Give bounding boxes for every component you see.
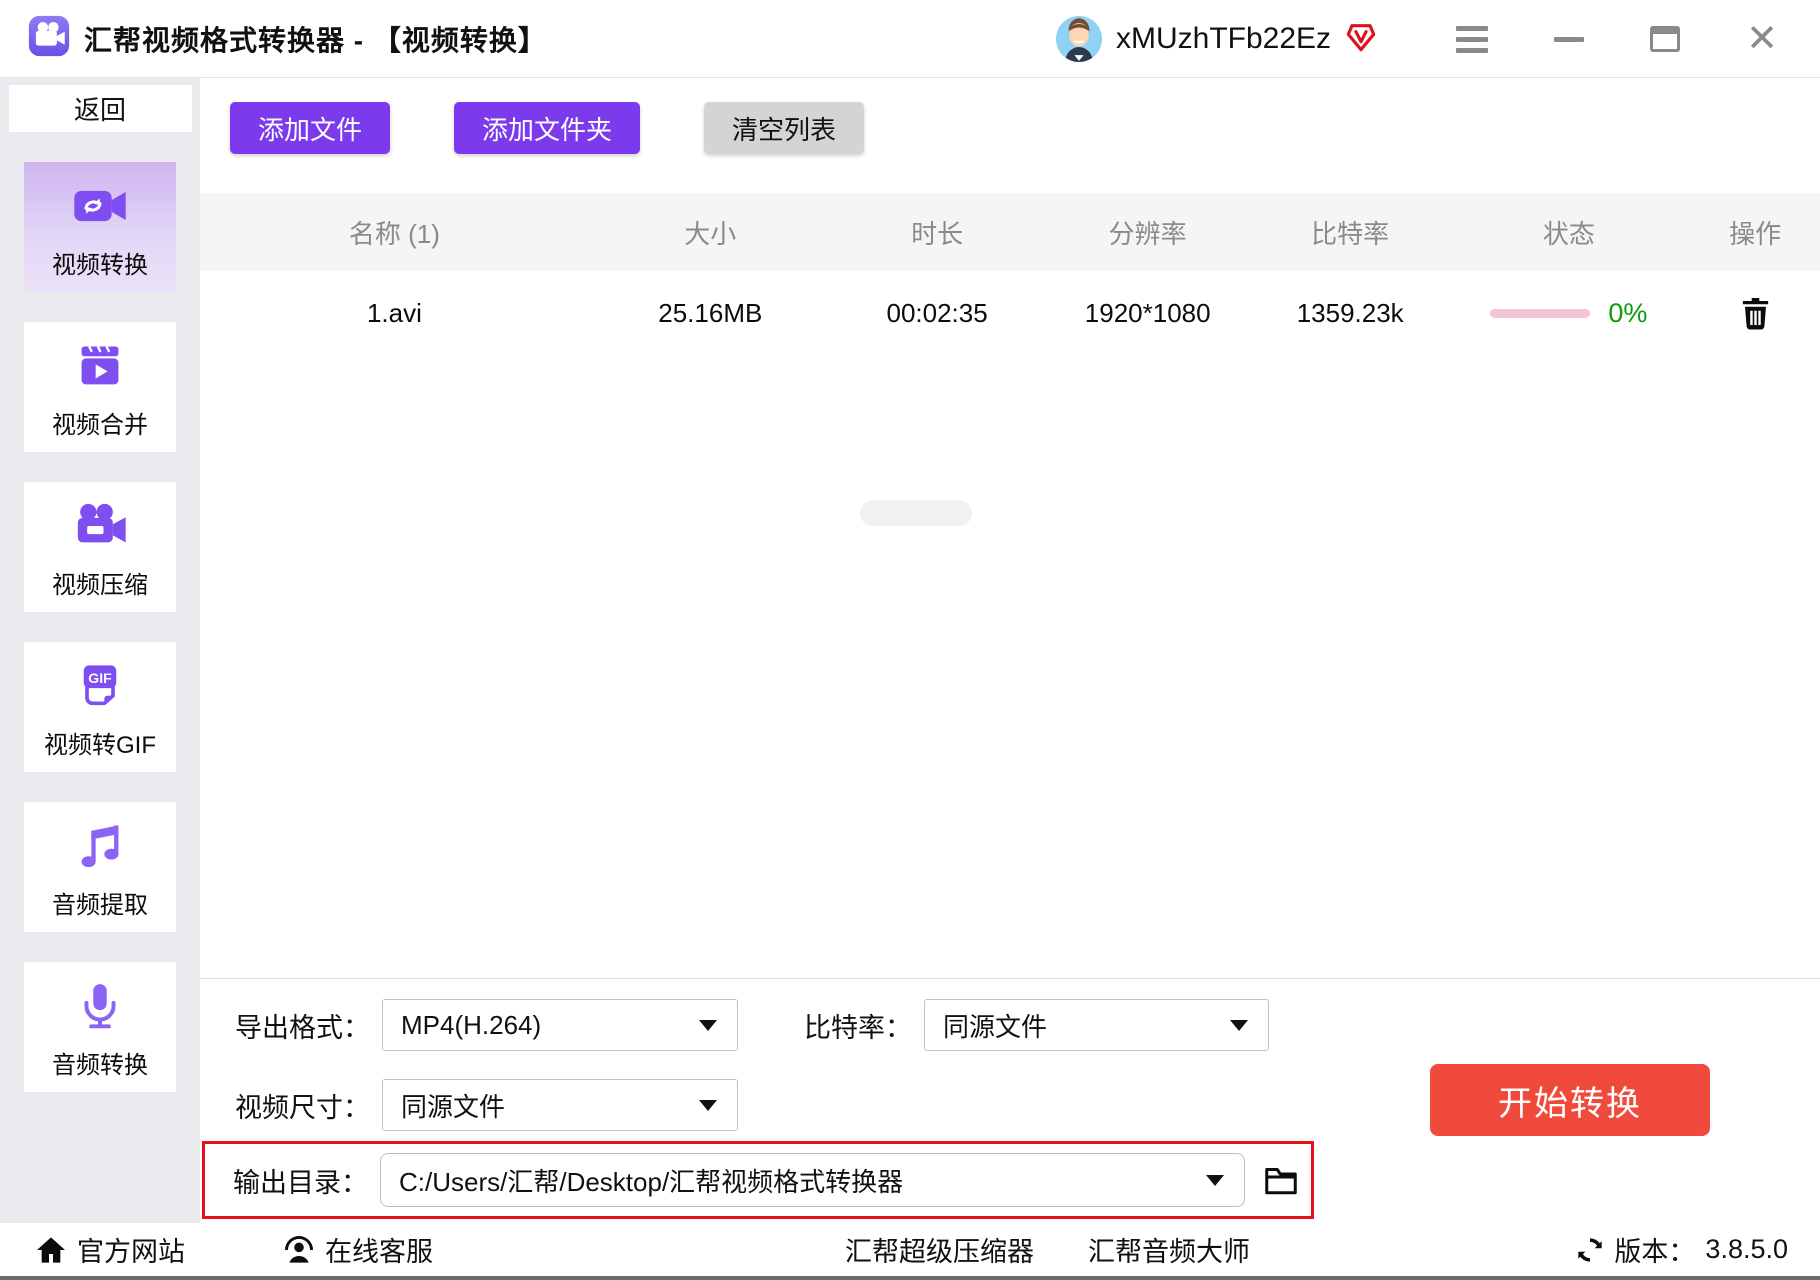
col-name: 名称 (1) [200, 214, 589, 251]
chevron-down-icon [1206, 1175, 1224, 1186]
status-cell: 0% [1447, 298, 1690, 329]
toolbar: 添加文件 添加文件夹 清空列表 [200, 78, 1820, 193]
sidebar-item-audio-convert[interactable]: 音频转换 [24, 962, 176, 1092]
progress-percent: 0% [1608, 298, 1647, 329]
app-window: 汇帮视频格式转换器 - 【视频转换】 xMUzhTFb22Ez [0, 0, 1820, 1280]
window-bottom-edge [0, 1276, 1820, 1280]
add-folder-button[interactable]: 添加文件夹 [454, 102, 640, 154]
menu-icon[interactable] [1456, 26, 1488, 53]
sidebar-item-label: 视频压缩 [52, 565, 148, 600]
file-bitrate: 1359.23k [1253, 298, 1447, 329]
folder-icon [1263, 1163, 1299, 1197]
version-value: 3.8.5.0 [1705, 1234, 1788, 1265]
online-service-link[interactable]: 在线客服 [283, 1223, 433, 1276]
sidebar-item-audio-extract[interactable]: 音频提取 [24, 802, 176, 932]
chevron-down-icon [699, 1100, 717, 1111]
sidebar: 返回 视频转换 [0, 78, 200, 1223]
col-size: 大小 [589, 214, 832, 251]
sidebar-item-label: 视频合并 [52, 405, 148, 440]
audio-master-link[interactable]: 汇帮音频大师 [1088, 1223, 1250, 1276]
file-size: 25.16MB [589, 298, 832, 329]
official-site-link[interactable]: 官方网站 [35, 1223, 185, 1276]
minimize-button[interactable] [1554, 37, 1584, 42]
sidebar-item-video-convert[interactable]: 视频转换 [24, 162, 176, 292]
col-action: 操作 [1690, 214, 1820, 251]
update-refresh-icon [1576, 1236, 1604, 1264]
export-format-value: MP4(H.264) [401, 1010, 541, 1041]
sidebar-item-video-to-gif[interactable]: GIF 视频转GIF [24, 642, 176, 772]
file-duration: 00:02:35 [832, 298, 1043, 329]
sidebar-item-label: 视频转GIF [44, 725, 156, 760]
user-avatar[interactable] [1056, 16, 1102, 62]
faint-overlay-pill [860, 500, 972, 526]
close-button[interactable]: ✕ [1746, 20, 1778, 58]
customer-service-icon [283, 1234, 315, 1266]
home-icon [35, 1234, 67, 1266]
sidebar-item-label: 音频提取 [52, 885, 148, 920]
sidebar-item-label: 视频转换 [52, 245, 148, 280]
sidebar-item-label: 音频转换 [52, 1045, 148, 1080]
username-text: xMUzhTFb22Ez [1116, 22, 1331, 56]
vip-badge-icon[interactable] [1345, 21, 1377, 58]
svg-text:GIF: GIF [88, 670, 112, 686]
back-button[interactable]: 返回 [9, 85, 192, 132]
output-dir-label: 输出目录： [233, 1161, 368, 1200]
chevron-down-icon [1230, 1020, 1248, 1031]
delete-file-button[interactable] [1690, 296, 1820, 331]
export-format-select[interactable]: MP4(H.264) [382, 999, 738, 1051]
output-dir-highlight-box: 输出目录： C:/Users/汇帮/Desktop/汇帮视频格式转换器 [202, 1141, 1314, 1219]
col-bitrate: 比特率 [1253, 214, 1447, 251]
video-size-value: 同源文件 [401, 1087, 505, 1124]
table-row[interactable]: 1.avi 25.16MB 00:02:35 1920*1080 1359.23… [200, 271, 1820, 355]
audio-convert-icon [75, 975, 125, 1037]
version-info: 版本： 3.8.5.0 [1576, 1223, 1788, 1276]
output-dir-select[interactable]: C:/Users/汇帮/Desktop/汇帮视频格式转换器 [380, 1153, 1245, 1207]
footer: 官方网站 在线客服 汇帮超级压缩器 汇帮音频大师 版本： 3.8.5.0 [0, 1223, 1820, 1280]
version-label: 版本： [1614, 1230, 1695, 1269]
sidebar-item-video-merge[interactable]: 视频合并 [24, 322, 176, 452]
app-logo-icon [28, 15, 70, 62]
sidebar-item-video-compress[interactable]: 视频压缩 [24, 482, 176, 612]
bitrate-select[interactable]: 同源文件 [924, 999, 1269, 1051]
bitrate-label: 比特率： [804, 1006, 912, 1045]
main-panel: 添加文件 添加文件夹 清空列表 名称 (1) 大小 时长 分辨率 比特率 状态 … [200, 78, 1820, 1223]
file-name: 1.avi [200, 298, 589, 329]
settings-panel: 导出格式： MP4(H.264) 比特率： 同源文件 视频尺寸： 同源文件 [200, 978, 1820, 1223]
export-format-label: 导出格式： [235, 1006, 370, 1045]
video-to-gif-icon: GIF [74, 655, 126, 717]
add-file-button[interactable]: 添加文件 [230, 102, 390, 154]
bitrate-value: 同源文件 [943, 1007, 1047, 1044]
video-convert-icon [72, 175, 128, 237]
video-compress-icon [72, 495, 128, 557]
titlebar: 汇帮视频格式转换器 - 【视频转换】 xMUzhTFb22Ez [0, 0, 1820, 78]
audio-extract-icon [74, 815, 126, 877]
video-merge-icon [74, 335, 126, 397]
maximize-button[interactable] [1650, 26, 1680, 52]
col-status: 状态 [1447, 214, 1690, 251]
chevron-down-icon [699, 1020, 717, 1031]
browse-folder-button[interactable] [1263, 1163, 1299, 1197]
output-dir-value: C:/Users/汇帮/Desktop/汇帮视频格式转换器 [399, 1162, 903, 1199]
file-table-header: 名称 (1) 大小 时长 分辨率 比特率 状态 操作 [200, 193, 1820, 271]
col-resolution: 分辨率 [1042, 214, 1253, 251]
start-convert-button[interactable]: 开始转换 [1430, 1064, 1710, 1136]
progress-bar [1490, 309, 1590, 318]
col-duration: 时长 [832, 214, 1043, 251]
file-resolution: 1920*1080 [1042, 298, 1253, 329]
super-compressor-link[interactable]: 汇帮超级压缩器 [845, 1223, 1034, 1276]
clear-list-button[interactable]: 清空列表 [704, 102, 864, 154]
video-size-label: 视频尺寸： [235, 1086, 370, 1125]
trash-icon [1739, 296, 1772, 331]
file-list-area [200, 355, 1820, 978]
window-title: 汇帮视频格式转换器 - 【视频转换】 [84, 19, 547, 59]
video-size-select[interactable]: 同源文件 [382, 1079, 738, 1131]
